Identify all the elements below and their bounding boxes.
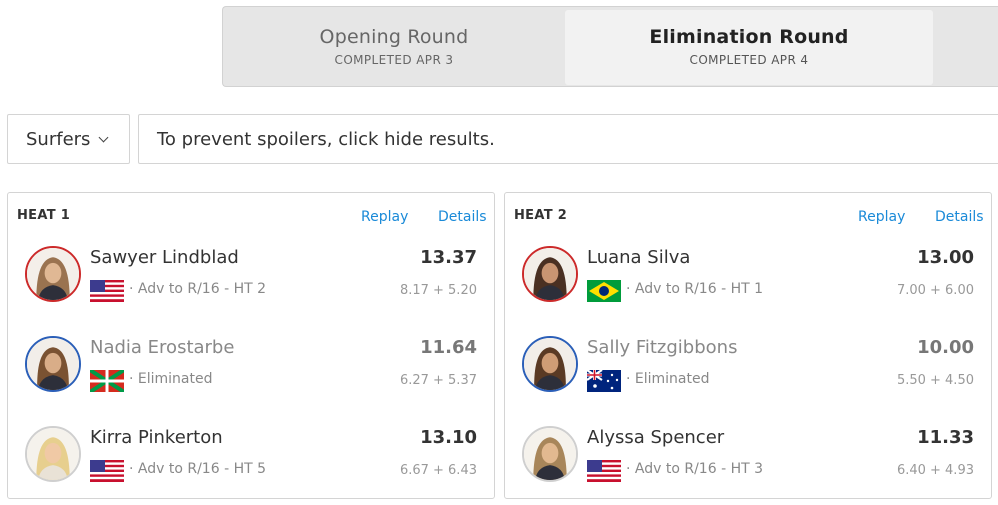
surfer-row[interactable]: Sally Fitzgibbons · Eliminated 10.00 5.5… [505,332,991,402]
surfer-row[interactable]: Sawyer Lindblad · Adv to R/16 - HT 2 13.… [8,242,494,312]
spoiler-text: To prevent spoilers, click hide results. [157,128,495,150]
details-link[interactable]: Details [935,209,984,225]
surfer-row[interactable]: Alyssa Spencer · Adv to R/16 - HT 3 11.3… [505,422,991,492]
wave-scores: 7.00 + 6.00 [896,283,974,298]
chevron-down-icon [98,132,109,142]
tab-elimination-round[interactable]: Elimination Round COMPLETED APR 4 [565,10,933,85]
surfer-avatar [25,246,81,302]
usa-flag-icon [90,460,124,482]
round-tabs: Opening Round COMPLETED APR 3 Eliminatio… [222,6,998,87]
surfers-dropdown[interactable]: Surfers [7,114,130,164]
usa-flag-icon [90,280,124,302]
heat-total: 13.10 [420,427,477,448]
surfer-status: · Adv to R/16 - HT 5 [129,461,267,477]
round-status: COMPLETED APR 4 [689,53,809,67]
heat-card-1: HEAT 1 Replay Details Sawyer Lindblad · … [7,192,495,499]
surfer-avatar [25,336,81,392]
heat-total: 10.00 [917,337,974,358]
surfer-avatar [522,336,578,392]
surfer-avatar [522,246,578,302]
surfer-status: · Eliminated [129,371,213,387]
heat-title: HEAT 1 [17,208,71,223]
replay-link[interactable]: Replay [858,209,905,225]
usa-flag-icon [587,460,621,482]
wave-scores: 6.27 + 5.37 [399,373,477,388]
surfer-status: · Adv to R/16 - HT 1 [626,281,764,297]
details-link[interactable]: Details [438,209,487,225]
heat-total: 11.33 [917,427,974,448]
surfer-row[interactable]: Luana Silva · Adv to R/16 - HT 1 13.00 7… [505,242,991,312]
brazil-flag-icon [587,280,621,302]
surfer-avatar [25,426,81,482]
heat-total: 13.00 [917,247,974,268]
surfer-name: Nadia Erostarbe [90,337,235,358]
wave-scores: 8.17 + 5.20 [399,283,477,298]
surfer-name: Alyssa Spencer [587,427,725,448]
tab-opening-round[interactable]: Opening Round COMPLETED APR 3 [223,7,565,86]
surfer-name: Kirra Pinkerton [90,427,223,448]
surfer-name: Sally Fitzgibbons [587,337,738,358]
round-status: COMPLETED APR 3 [334,53,454,67]
surfer-status: · Adv to R/16 - HT 2 [129,281,267,297]
surfer-status: · Adv to R/16 - HT 3 [626,461,764,477]
basque-flag-icon [90,370,124,392]
heat-card-2: HEAT 2 Replay Details Luana Silva · Adv … [504,192,992,499]
surfer-row[interactable]: Kirra Pinkerton · Adv to R/16 - HT 5 13.… [8,422,494,492]
surfer-status: · Eliminated [626,371,710,387]
spoiler-notice: To prevent spoilers, click hide results. [138,114,998,164]
heat-total: 11.64 [420,337,477,358]
round-name: Opening Round [319,26,469,48]
surfer-name: Sawyer Lindblad [90,247,239,268]
wave-scores: 5.50 + 4.50 [896,373,974,388]
wave-scores: 6.40 + 4.93 [896,463,974,478]
round-name: Elimination Round [649,26,849,48]
heat-total: 13.37 [420,247,477,268]
replay-link[interactable]: Replay [361,209,408,225]
australia-flag-icon [587,370,621,392]
wave-scores: 6.67 + 6.43 [399,463,477,478]
surfer-row[interactable]: Nadia Erostarbe · Eliminated 11.64 6.27 … [8,332,494,402]
surfers-dropdown-label: Surfers [26,128,91,150]
heat-title: HEAT 2 [514,208,568,223]
surfer-avatar [522,426,578,482]
surfer-name: Luana Silva [587,247,691,268]
